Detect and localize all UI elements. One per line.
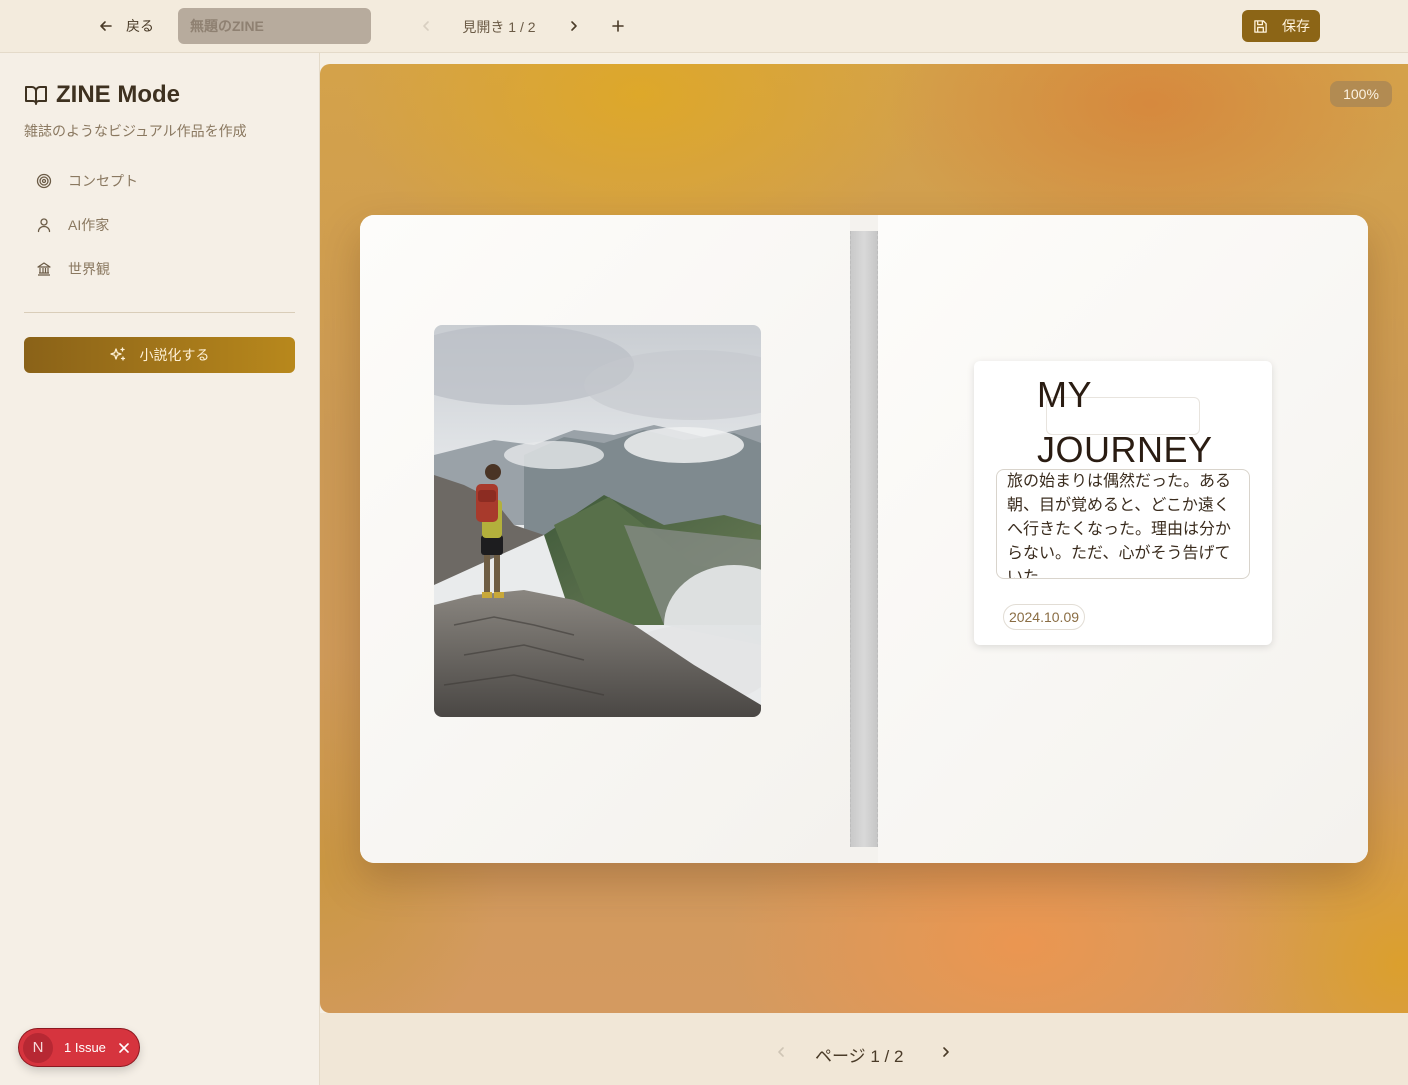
chevron-left-icon <box>774 1045 788 1059</box>
sidebar-divider <box>24 312 295 313</box>
page-prev-button[interactable] <box>770 1041 792 1063</box>
sidebar-item-label: コンセプト <box>68 173 138 189</box>
landmark-icon <box>36 261 52 277</box>
brand-subtitle: 雑誌のようなビジュアル作品を作成 <box>24 123 247 139</box>
zoom-level-badge: 100% <box>1330 81 1392 107</box>
target-icon <box>36 173 52 189</box>
n-logo-icon: N <box>23 1032 53 1063</box>
plus-icon <box>611 19 625 33</box>
save-label: 保存 <box>1282 18 1310 34</box>
hiker-mountain-photo[interactable] <box>434 325 761 717</box>
issues-indicator[interactable]: N 1 Issue <box>19 1029 139 1066</box>
spread-next-button[interactable] <box>562 14 586 38</box>
left-page[interactable] <box>360 215 850 863</box>
brand-title: ZINE Mode <box>56 81 180 108</box>
back-button[interactable]: 戻る <box>92 8 166 44</box>
chevron-left-icon <box>419 19 433 33</box>
sidebar-item-ai-writer[interactable]: AI作家 <box>24 207 295 243</box>
back-label: 戻る <box>126 18 154 34</box>
issue-count-label: 1 Issue <box>64 1040 106 1055</box>
book-spine <box>850 231 878 847</box>
sidebar-item-concept[interactable]: コンセプト <box>24 163 295 199</box>
date-badge[interactable]: 2024.10.09 <box>1003 604 1085 630</box>
sidebar-item-label: AI作家 <box>68 217 110 233</box>
add-spread-button[interactable] <box>606 14 630 38</box>
zine-title-input[interactable] <box>178 8 371 44</box>
novelize-button[interactable]: 小説化する <box>24 337 295 373</box>
user-icon <box>36 217 52 233</box>
text-card[interactable]: MY JOURNEY 旅の始まりは偶然だった。ある朝、目が覚めると、どこか遠くへ… <box>974 361 1272 645</box>
page-pager: ページ 1 / 2 <box>320 1013 1408 1085</box>
zine-canvas: 100% MY JOURNEY 旅の始まりは偶然だった。ある朝、目が覚めると、ど… <box>320 64 1408 1013</box>
page-indicator: ページ 1 / 2 <box>815 1047 904 1066</box>
save-icon <box>1253 19 1268 34</box>
card-body-text[interactable]: 旅の始まりは偶然だった。ある朝、目が覚めると、どこか遠くへ行きたくなった。理由は… <box>996 469 1250 579</box>
card-title[interactable]: MY JOURNEY <box>1037 367 1237 477</box>
brand: ZINE Mode <box>24 81 180 109</box>
sidebar: ZINE Mode 雑誌のようなビジュアル作品を作成 コンセプト AI作家 世界… <box>0 53 320 1085</box>
save-button[interactable]: 保存 <box>1242 10 1320 42</box>
book-open-icon <box>24 84 48 106</box>
spread-indicator: 見開き 1 / 2 <box>462 19 536 35</box>
close-icon[interactable] <box>118 1042 130 1054</box>
chevron-right-icon <box>939 1045 953 1059</box>
sidebar-item-worldview[interactable]: 世界観 <box>24 251 295 287</box>
top-bar: 戻る 見開き 1 / 2 保存 <box>0 0 1408 53</box>
sidebar-item-label: 世界観 <box>68 261 110 277</box>
arrow-left-icon <box>98 18 114 34</box>
novelize-label: 小説化する <box>139 347 210 363</box>
book-spread: MY JOURNEY 旅の始まりは偶然だった。ある朝、目が覚めると、どこか遠くへ… <box>360 215 1368 863</box>
spread-prev-button[interactable] <box>414 14 438 38</box>
chevron-right-icon <box>567 19 581 33</box>
page-next-button[interactable] <box>935 1041 957 1063</box>
sparkles-icon <box>109 347 126 363</box>
